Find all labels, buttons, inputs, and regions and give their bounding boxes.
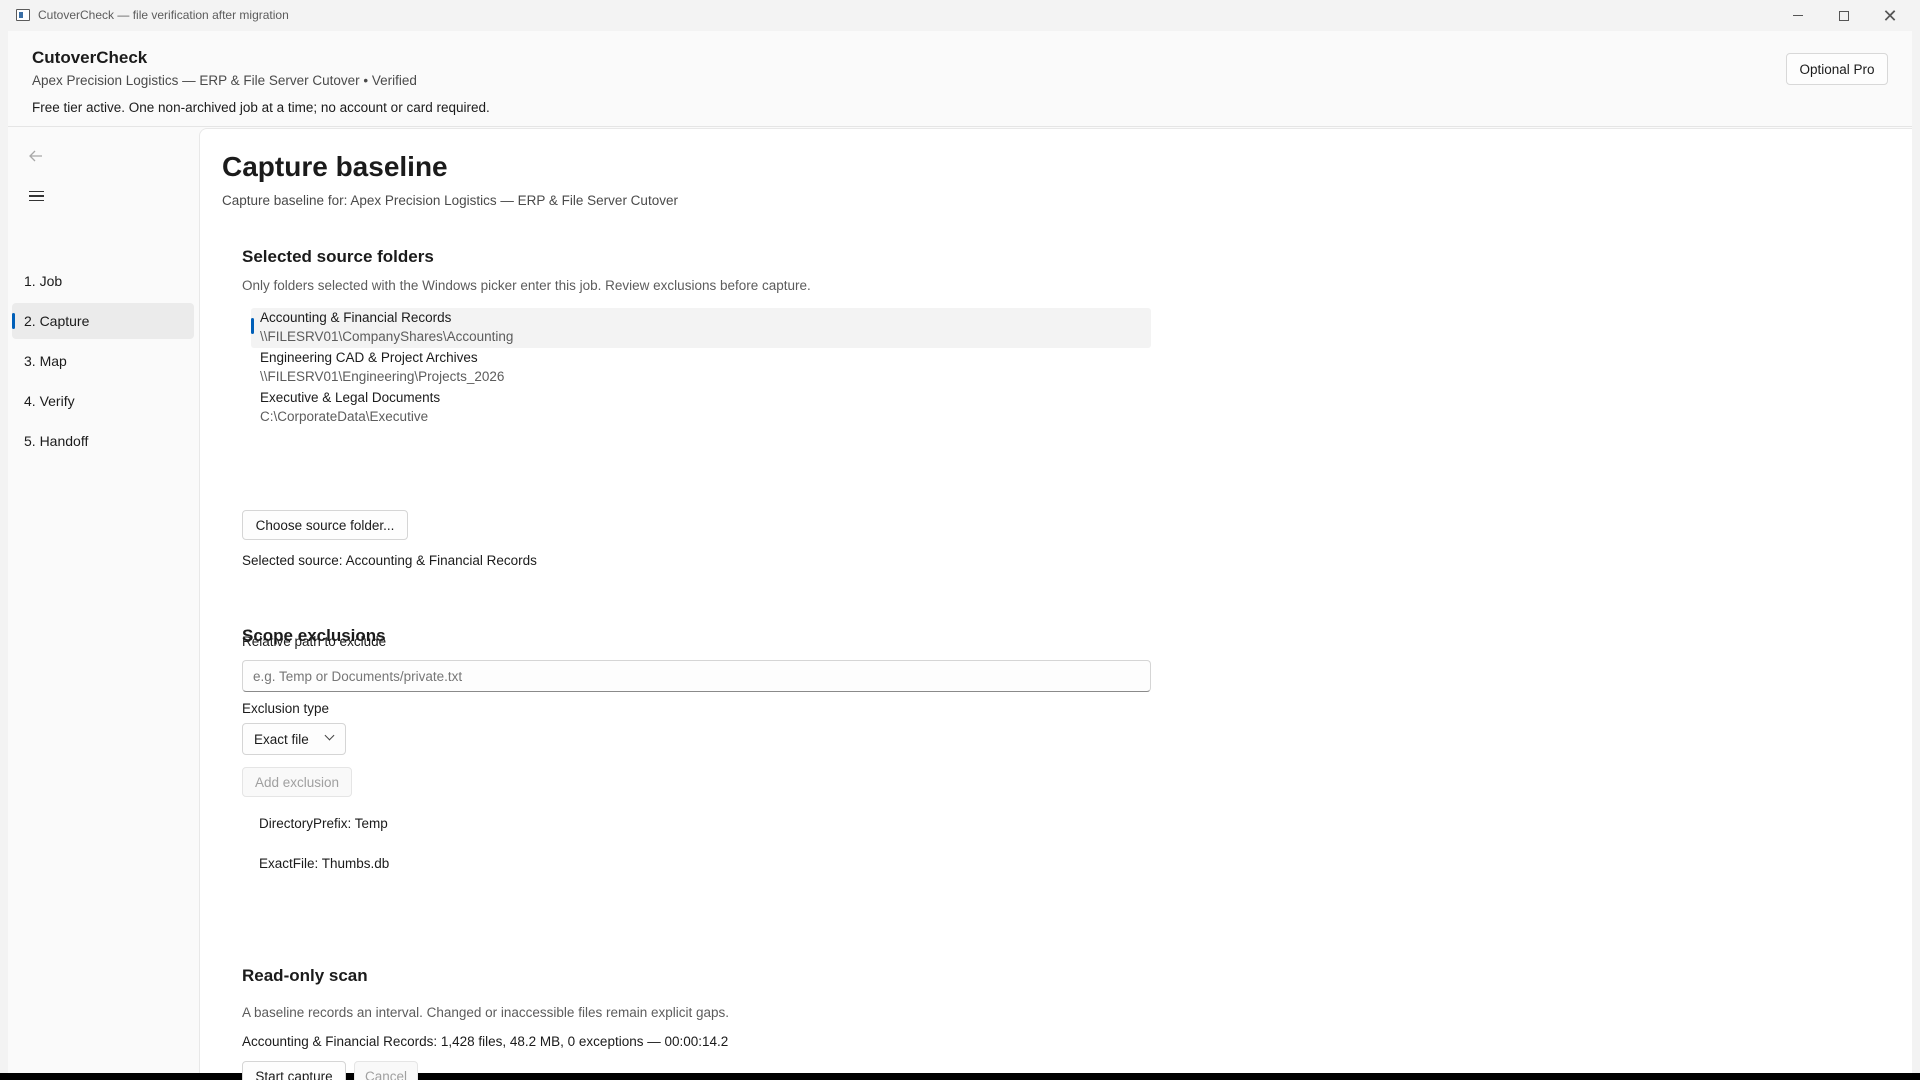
page-subtitle: Capture baseline for: Apex Precision Log…: [222, 193, 678, 208]
content-pane: Capture baseline Capture baseline for: A…: [199, 128, 1912, 1080]
minimize-icon: [1793, 15, 1803, 16]
exclusion-item[interactable]: ExactFile: Thumbs.db: [259, 856, 389, 871]
tier-notice: Free tier active. One non-archived job a…: [32, 100, 490, 115]
close-button[interactable]: ✕: [1867, 0, 1913, 31]
nav-item-verify[interactable]: 4. Verify: [12, 383, 194, 419]
choose-source-folder-button[interactable]: Choose source folder...: [242, 510, 408, 540]
cancel-button[interactable]: Cancel: [354, 1061, 418, 1080]
arrow-left-icon: [29, 150, 42, 162]
list-item[interactable]: Accounting & Financial Records \\FILESRV…: [251, 308, 1151, 348]
add-exclusion-button[interactable]: Add exclusion: [242, 767, 352, 797]
window-title: CutoverCheck — file verification after m…: [38, 8, 289, 22]
nav-item-label: 2. Capture: [24, 313, 90, 329]
app-icon: [16, 9, 30, 21]
maximize-button[interactable]: [1821, 0, 1867, 31]
start-capture-button[interactable]: Start capture: [242, 1061, 346, 1080]
navigation-pane: 1. Job 2. Capture 3. Map 4. Verify 5. Ha…: [8, 128, 198, 1073]
page-title: Capture baseline: [222, 151, 448, 182]
app-header: CutoverCheck Apex Precision Logistics — …: [8, 31, 1912, 127]
minimize-button[interactable]: [1775, 0, 1821, 31]
folder-path: \\FILESRV01\Engineering\Projects_2026: [260, 369, 505, 384]
hamburger-icon: [28, 190, 44, 193]
list-item[interactable]: Executive & Legal Documents C:\Corporate…: [251, 388, 1151, 428]
nav-item-label: 3. Map: [24, 353, 67, 369]
client-area: CutoverCheck Apex Precision Logistics — …: [8, 31, 1912, 1080]
folder-name: Accounting & Financial Records: [260, 310, 452, 325]
exclusion-item[interactable]: DirectoryPrefix: Temp: [259, 816, 388, 831]
chevron-down-icon: [324, 730, 335, 741]
exclusion-type-select[interactable]: Exact file: [242, 723, 346, 755]
nav-item-job[interactable]: 1. Job: [12, 263, 194, 299]
back-button[interactable]: [22, 142, 50, 170]
scan-result-text: Accounting & Financial Records: 1,428 fi…: [242, 1034, 729, 1049]
folder-name: Executive & Legal Documents: [260, 390, 441, 405]
nav-item-label: 4. Verify: [24, 393, 75, 409]
app-name: CutoverCheck: [32, 48, 148, 67]
maximize-icon: [1839, 10, 1849, 21]
exclusion-path-input[interactable]: [242, 660, 1151, 692]
selected-source-text: Selected source: Accounting & Financial …: [242, 553, 537, 568]
nav-item-label: 1. Job: [24, 273, 63, 289]
exclusion-type-value: Exact file: [254, 731, 309, 747]
nav-item-map[interactable]: 3. Map: [12, 343, 194, 379]
title-bar[interactable]: CutoverCheck — file verification after m…: [0, 0, 1920, 31]
folder-path: C:\CorporateData\Executive: [260, 409, 429, 424]
read-only-scan-heading: Read-only scan: [242, 966, 368, 985]
optional-pro-button[interactable]: Optional Pro: [1786, 53, 1888, 85]
nav-item-label: 5. Handoff: [24, 433, 89, 449]
nav-item-capture[interactable]: 2. Capture: [12, 303, 194, 339]
exclusion-path-label: Relative path to exclude: [242, 634, 387, 649]
folder-path: \\FILESRV01\CompanyShares\Accounting: [260, 329, 514, 344]
exclusion-type-label: Exclusion type: [242, 701, 330, 716]
close-icon: ✕: [1882, 5, 1898, 26]
selection-indicator: [12, 313, 15, 329]
app-window: CutoverCheck — file verification after m…: [0, 0, 1920, 1080]
scan-description: A baseline records an interval. Changed …: [242, 1005, 730, 1020]
source-folders-heading: Selected source folders: [242, 247, 434, 266]
menu-toggle-button[interactable]: [22, 182, 50, 210]
source-folders-description: Only folders selected with the Windows p…: [242, 278, 811, 293]
nav-item-handoff[interactable]: 5. Handoff: [12, 423, 194, 459]
source-folder-list[interactable]: Accounting & Financial Records \\FILESRV…: [251, 308, 1151, 428]
list-item[interactable]: Engineering CAD & Project Archives \\FIL…: [251, 348, 1151, 388]
job-status-line: Apex Precision Logistics — ERP & File Se…: [32, 73, 417, 88]
selection-indicator: [251, 318, 254, 334]
folder-name: Engineering CAD & Project Archives: [260, 350, 478, 365]
